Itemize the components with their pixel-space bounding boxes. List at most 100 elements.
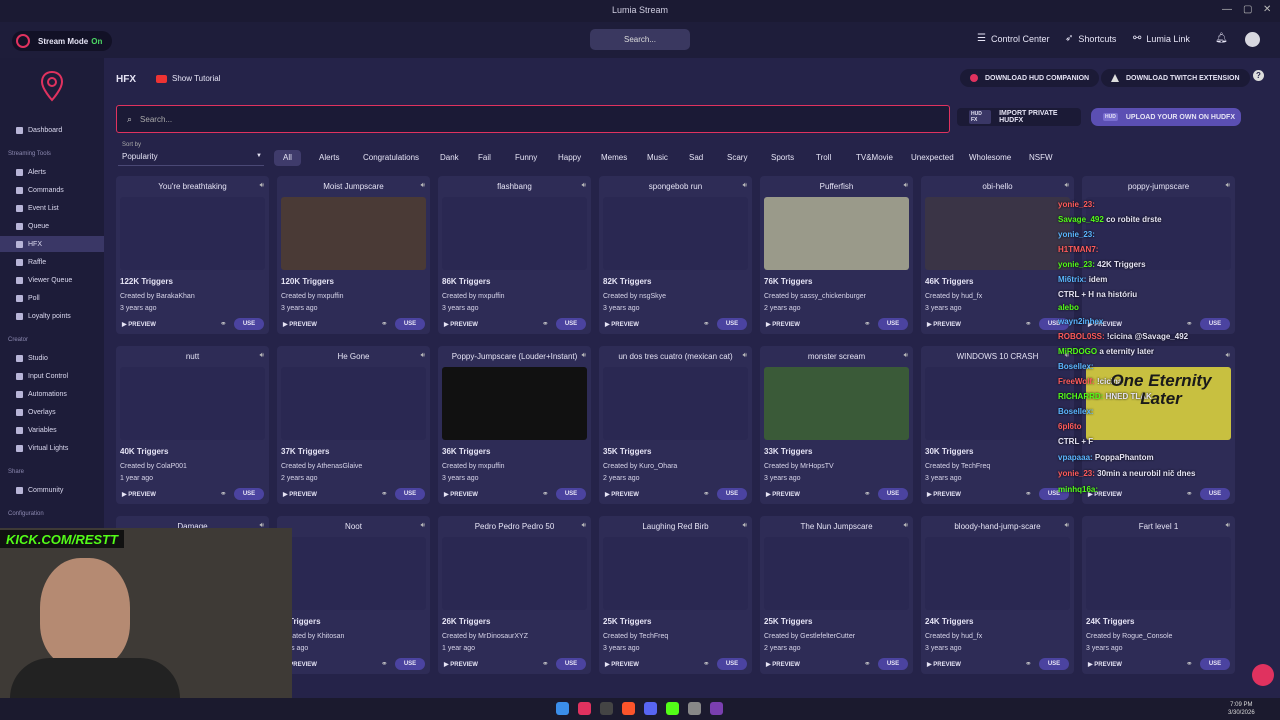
filter-chip[interactable]: Troll: [807, 150, 840, 166]
card-thumbnail[interactable]: [925, 537, 1070, 610]
use-button[interactable]: USE: [1039, 658, 1069, 670]
filter-chip[interactable]: NSFW: [1020, 150, 1062, 166]
use-button[interactable]: USE: [395, 488, 425, 500]
speaker-icon[interactable]: 🔊︎: [582, 182, 586, 190]
hfx-card[interactable]: Pedro Pedro Pedro 50 🔊︎ 26K Triggers Create…: [438, 516, 591, 674]
sidebar-item-studio[interactable]: Studio: [0, 350, 104, 366]
link-icon[interactable]: ⚭: [1025, 319, 1032, 328]
upload-hudfx-button[interactable]: HUD UPLOAD YOUR OWN ON HUDFX: [1091, 108, 1241, 126]
use-button[interactable]: USE: [395, 658, 425, 670]
card-thumbnail[interactable]: [603, 537, 748, 610]
hfx-card[interactable]: WINDOWS 10 CRASH 🔊︎ 30K Triggers Created by…: [921, 346, 1074, 504]
preview-button[interactable]: ▶ PREVIEW: [122, 491, 156, 498]
preview-button[interactable]: ▶ PREVIEW: [605, 321, 639, 328]
hfx-card[interactable]: He Gone 🔊︎ 37K Triggers Created by AthenasG…: [277, 346, 430, 504]
card-thumbnail[interactable]: [120, 197, 265, 270]
filter-chip[interactable]: Sad: [680, 150, 712, 166]
sidebar-item-viewer-queue[interactable]: Viewer Queue: [0, 272, 104, 288]
link-icon[interactable]: ⚭: [703, 319, 710, 328]
preview-button[interactable]: ▶ PREVIEW: [444, 491, 478, 498]
preview-button[interactable]: ▶ PREVIEW: [122, 321, 156, 328]
notifications-button[interactable]: 🔔︎: [1215, 33, 1233, 44]
use-button[interactable]: USE: [878, 488, 908, 500]
hfx-card[interactable]: obi-hello 🔊︎ 46K Triggers Created by hud_fx…: [921, 176, 1074, 334]
link-icon[interactable]: ⚭: [381, 489, 388, 498]
link-icon[interactable]: ⚭: [1025, 659, 1032, 668]
sidebar-item-alerts[interactable]: Alerts: [0, 164, 104, 180]
hfx-card[interactable]: spongebob run 🔊︎ 82K Triggers Created by ns…: [599, 176, 752, 334]
link-icon[interactable]: ⚭: [1186, 319, 1193, 328]
speaker-icon[interactable]: 🔊︎: [743, 182, 747, 190]
kick-taskbar-icon[interactable]: [666, 702, 679, 715]
speaker-icon[interactable]: 🔊︎: [904, 522, 908, 530]
link-icon[interactable]: ⚭: [864, 489, 871, 498]
maximize-icon[interactable]: ▢: [1243, 4, 1252, 15]
sidebar-item-loyalty-points[interactable]: Loyalty points: [0, 308, 104, 324]
hfx-card[interactable]: Pufferfish 🔊︎ 76K Triggers Created by sassy…: [760, 176, 913, 334]
speaker-icon[interactable]: 🔊︎: [260, 182, 264, 190]
hfx-card[interactable]: un dos tres cuatro (mexican cat) 🔊︎ 35K Tr…: [599, 346, 752, 504]
preview-button[interactable]: ▶ PREVIEW: [766, 491, 800, 498]
sidebar-item-event-list[interactable]: Event List: [0, 200, 104, 216]
use-button[interactable]: USE: [717, 658, 747, 670]
card-thumbnail[interactable]: [120, 367, 265, 440]
sidebar-item-queue[interactable]: Queue: [0, 218, 104, 234]
use-button[interactable]: USE: [717, 318, 747, 330]
preview-button[interactable]: ▶ PREVIEW: [927, 661, 961, 668]
link-icon[interactable]: ⚭: [1186, 489, 1193, 498]
hfx-card[interactable]: nutt 🔊︎ 40K Triggers Created by ColaP001 1 y…: [116, 346, 269, 504]
speaker-icon[interactable]: 🔊︎: [743, 352, 747, 360]
filter-chip[interactable]: Happy: [549, 150, 590, 166]
hfx-card[interactable]: Moist Jumpscare 🔊︎ 120K Triggers Created by…: [277, 176, 430, 334]
download-hud-button[interactable]: DOWNLOAD HUD COMPANION: [960, 69, 1100, 87]
use-button[interactable]: USE: [556, 318, 586, 330]
filter-chip[interactable]: Fail: [469, 150, 500, 166]
lumia-link-button[interactable]: ⚯ Lumia Link: [1133, 33, 1190, 44]
hfx-card[interactable]: Laughing Red Birb 🔊︎ 25K Triggers Created b…: [599, 516, 752, 674]
speaker-icon[interactable]: 🔊︎: [1065, 522, 1069, 530]
use-button[interactable]: USE: [717, 488, 747, 500]
speaker-icon[interactable]: 🔊︎: [582, 352, 586, 360]
sidebar-item-overlays[interactable]: Overlays: [0, 404, 104, 420]
use-button[interactable]: USE: [878, 658, 908, 670]
hfx-card[interactable]: flashbang 🔊︎ 86K Triggers Created by mxpuff…: [438, 176, 591, 334]
sidebar-item-virtual-lights[interactable]: Virtual Lights: [0, 440, 104, 456]
card-thumbnail[interactable]: [603, 197, 748, 270]
card-thumbnail[interactable]: [442, 537, 587, 610]
card-thumbnail[interactable]: [442, 197, 587, 270]
sidebar-item-hfx[interactable]: HFX: [0, 236, 104, 252]
xbox-taskbar-icon[interactable]: [600, 702, 613, 715]
avatar[interactable]: [1245, 32, 1260, 47]
speaker-icon[interactable]: 🔊︎: [904, 182, 908, 190]
speaker-icon[interactable]: 🔊︎: [1065, 182, 1069, 190]
app-taskbar-icon[interactable]: [710, 702, 723, 715]
hfx-card[interactable]: monster scream 🔊︎ 33K Triggers Created by M…: [760, 346, 913, 504]
filter-chip[interactable]: Wholesome: [960, 150, 1020, 166]
use-button[interactable]: USE: [556, 658, 586, 670]
preview-button[interactable]: ▶ PREVIEW: [766, 661, 800, 668]
preview-button[interactable]: ▶ PREVIEW: [444, 661, 478, 668]
sort-by-select[interactable]: Sort by Popularity ▼: [118, 142, 264, 166]
lumia-taskbar-icon[interactable]: [578, 702, 591, 715]
shortcuts-button[interactable]: ➶ Shortcuts: [1065, 33, 1116, 44]
filter-chip[interactable]: TV&Movie: [847, 150, 902, 166]
card-thumbnail[interactable]: [281, 367, 426, 440]
sidebar-item-dashboard[interactable]: Dashboard: [0, 122, 104, 138]
filter-chip[interactable]: Music: [638, 150, 677, 166]
link-icon[interactable]: ⚭: [381, 659, 388, 668]
sidebar-item-variables[interactable]: Variables: [0, 422, 104, 438]
link-icon[interactable]: ⚭: [864, 319, 871, 328]
filter-chip[interactable]: Unexpected: [902, 150, 963, 166]
card-thumbnail[interactable]: [764, 367, 909, 440]
use-button[interactable]: USE: [878, 318, 908, 330]
hfx-card[interactable]: The Nun Jumpscare 🔊︎ 25K Triggers Created b…: [760, 516, 913, 674]
sidebar-item-poll[interactable]: Poll: [0, 290, 104, 306]
use-button[interactable]: USE: [234, 318, 264, 330]
sidebar-item-commands[interactable]: Commands: [0, 182, 104, 198]
speaker-icon[interactable]: 🔊︎: [260, 352, 264, 360]
speaker-icon[interactable]: 🔊︎: [1226, 182, 1230, 190]
hfx-card[interactable]: poppy-jumpscare 🔊︎ ▶ PREVIEW ⚭ USE: [1082, 176, 1235, 334]
speaker-icon[interactable]: 🔊︎: [582, 522, 586, 530]
card-thumbnail[interactable]: [764, 197, 909, 270]
use-button[interactable]: USE: [234, 488, 264, 500]
